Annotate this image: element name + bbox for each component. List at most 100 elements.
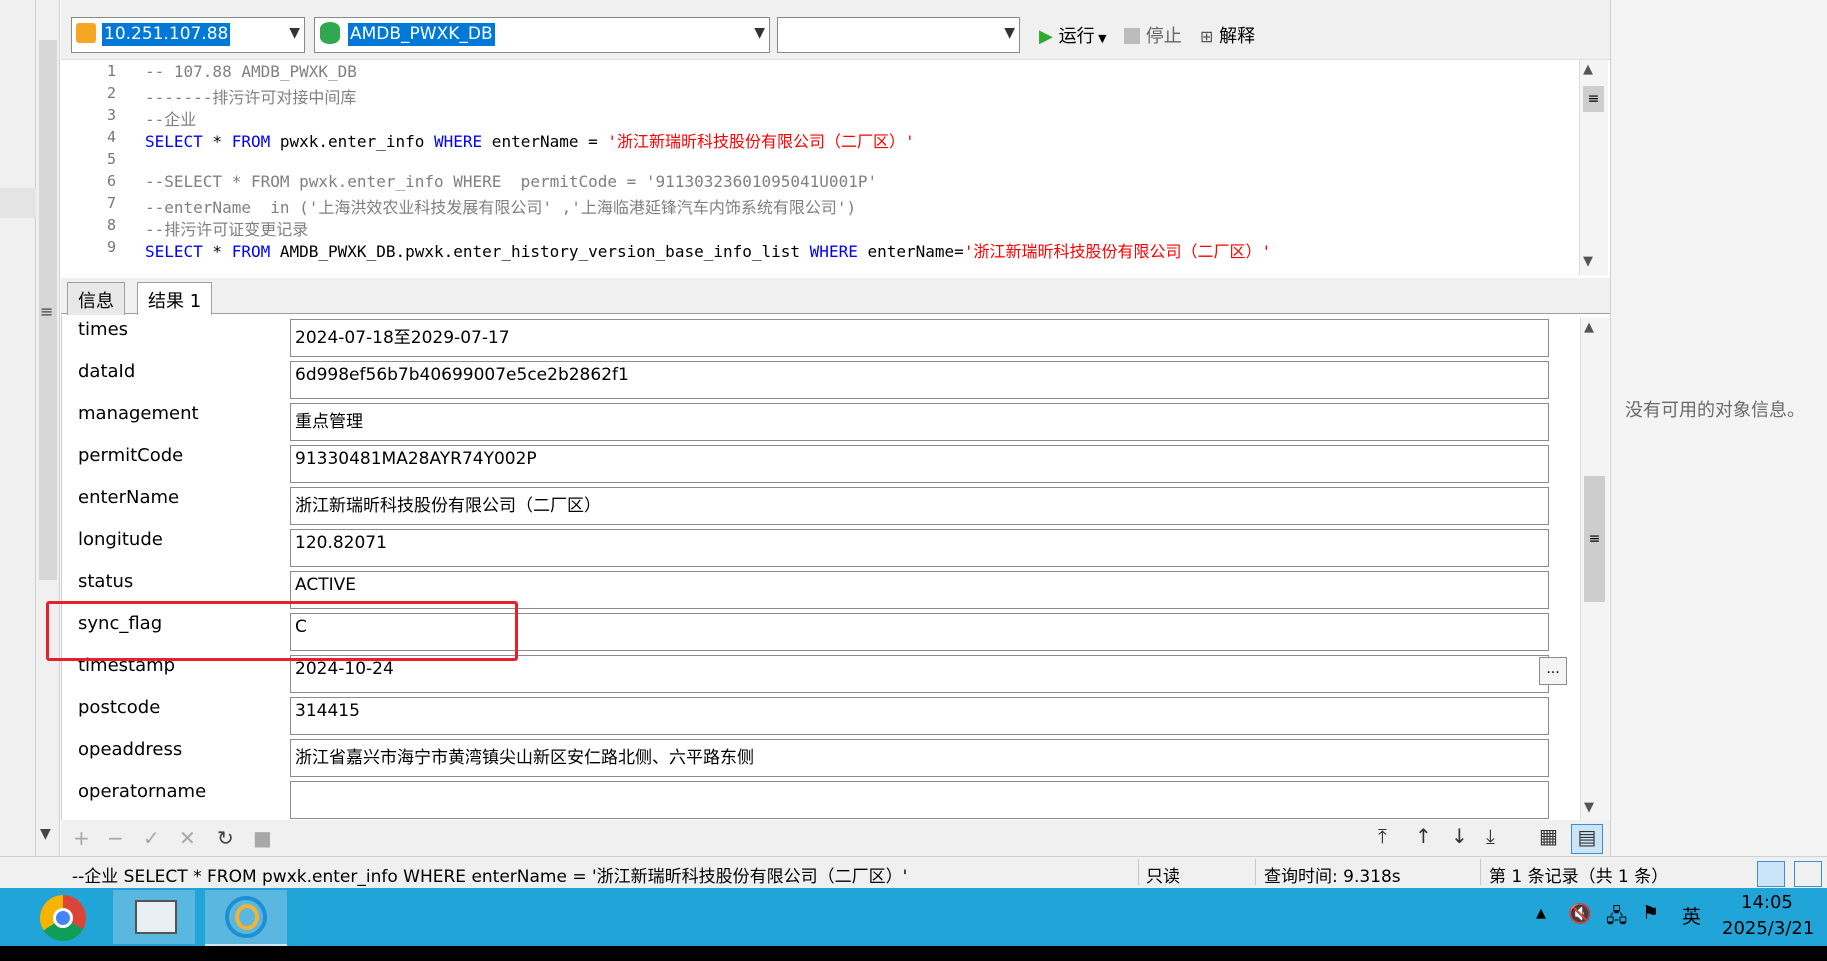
stop-label: 停止 bbox=[1145, 26, 1182, 47]
status-separator bbox=[1255, 859, 1256, 885]
scroll-up-icon[interactable]: ▲ bbox=[1584, 320, 1594, 335]
field-value[interactable] bbox=[290, 781, 1549, 819]
line-code: --排污许可证变更记录 bbox=[145, 220, 309, 239]
form-row: operatorname bbox=[62, 777, 1562, 819]
run-button[interactable]: ▶ 运行 ▼ bbox=[1039, 22, 1107, 48]
line-code: -- 107.88 AMDB_PWXK_DB bbox=[145, 62, 357, 81]
schema-select[interactable]: ▼ bbox=[777, 17, 1020, 53]
highlight-box bbox=[46, 601, 518, 661]
panel-layout-right-icon[interactable] bbox=[1794, 861, 1822, 887]
volume-muted-icon[interactable]: 🔇 bbox=[1568, 902, 1592, 925]
record-form-view: times 2024-07-18至2029-07-17 dataId 6d998ef… bbox=[61, 315, 1610, 825]
form-row: status ACTIVE bbox=[62, 567, 1562, 609]
explain-button[interactable]: ⊞ 解释 bbox=[1200, 22, 1255, 48]
field-value[interactable]: 浙江新瑞昕科技股份有限公司（二厂区） bbox=[290, 487, 1549, 525]
object-info-panel: 没有可用的对象信息。 bbox=[1610, 0, 1827, 856]
chrome-icon-center bbox=[53, 908, 73, 928]
status-separator bbox=[1480, 859, 1481, 885]
left-vertical-scrollbar[interactable]: ≡ ▼ bbox=[36, 0, 60, 880]
form-row: management 重点管理 bbox=[62, 399, 1562, 441]
connection-select[interactable]: 10.251.107.88 ▼ bbox=[71, 17, 305, 53]
status-query: --企业 SELECT * FROM pwxk.enter_info WHERE… bbox=[72, 867, 908, 887]
field-label: dataId bbox=[78, 361, 136, 382]
object-info-message: 没有可用的对象信息。 bbox=[1625, 400, 1805, 421]
field-value[interactable]: 6d998ef56b7b40699007e5ce2b2862f1 bbox=[290, 361, 1549, 399]
clock-date[interactable]: 2025/3/21 bbox=[1722, 918, 1814, 939]
panel-layout-left-icon[interactable] bbox=[1757, 861, 1785, 887]
field-value[interactable]: 重点管理 bbox=[290, 403, 1549, 441]
sql-text: * bbox=[202, 242, 232, 261]
field-value[interactable]: 314415 bbox=[290, 697, 1549, 735]
line-number: 4 bbox=[106, 128, 116, 146]
stop-square-icon[interactable]: ■ bbox=[253, 826, 272, 850]
scroll-down-icon[interactable]: ▼ bbox=[40, 826, 51, 842]
previous-record-icon[interactable]: ↑ bbox=[1415, 824, 1432, 848]
tray-expand-icon[interactable]: ▲ bbox=[1536, 906, 1546, 921]
sql-text: * bbox=[202, 132, 232, 151]
left-panel-strip bbox=[0, 0, 36, 880]
status-query-time: 查询时间: 9.318s bbox=[1264, 867, 1401, 887]
form-scrollbar-thumb[interactable]: ≡ bbox=[1584, 476, 1605, 602]
field-value[interactable]: 120.82071 bbox=[290, 529, 1549, 567]
sql-editor[interactable]: 1 -- 107.88 AMDB_PWXK_DB 2 -------排污许可对接中间… bbox=[61, 60, 1610, 275]
result-tab-bar: 信息 结果 1 bbox=[61, 278, 1610, 324]
first-record-icon[interactable]: ⤒ bbox=[1378, 824, 1387, 848]
sql-text: AMDB_PWXK_DB.pwxk.enter_history_version_… bbox=[270, 242, 810, 261]
scroll-up-icon[interactable]: ▲ bbox=[1583, 62, 1593, 77]
chevron-down-icon: ▼ bbox=[1004, 25, 1015, 41]
server-manager-icon bbox=[135, 900, 177, 934]
line-number: 5 bbox=[106, 150, 116, 168]
field-label: operatorname bbox=[78, 781, 207, 802]
clock-time[interactable]: 14:05 bbox=[1741, 892, 1793, 913]
form-row: enterName 浙江新瑞昕科技股份有限公司（二厂区） bbox=[62, 483, 1562, 525]
ime-indicator[interactable]: 英 bbox=[1682, 902, 1701, 929]
run-label: 运行 bbox=[1058, 26, 1095, 47]
stop-icon bbox=[1124, 28, 1140, 44]
line-number: 2 bbox=[106, 84, 116, 102]
delete-record-icon[interactable]: − bbox=[107, 826, 124, 850]
status-records: 第 1 条记录（共 1 条） bbox=[1489, 867, 1669, 887]
ellipsis-button[interactable]: ... bbox=[1539, 657, 1567, 685]
discard-x-icon[interactable]: ✕ bbox=[179, 826, 196, 850]
sql-keyword: SELECT bbox=[145, 132, 203, 151]
apply-check-icon[interactable]: ✓ bbox=[143, 826, 160, 850]
action-center-icon[interactable]: ⚑ bbox=[1642, 902, 1659, 924]
add-record-icon[interactable]: + bbox=[73, 826, 90, 850]
database-icon bbox=[320, 22, 340, 44]
line-code: SELECT * FROM AMDB_PWXK_DB.pwxk.enter_hi… bbox=[145, 238, 1271, 262]
form-row: longitude 120.82071 bbox=[62, 525, 1562, 567]
connection-value: 10.251.107.88 bbox=[102, 23, 231, 46]
chevron-down-icon: ▼ bbox=[289, 25, 300, 41]
explain-label: 解释 bbox=[1219, 26, 1256, 47]
sql-keyword: FROM bbox=[231, 242, 271, 261]
grid-view-icon[interactable]: ▦ bbox=[1539, 824, 1558, 848]
field-value[interactable]: 浙江省嘉兴市海宁市黄湾镇尖山新区安仁路北侧、六平路东侧 bbox=[290, 739, 1549, 777]
next-record-icon[interactable]: ↓ bbox=[1451, 824, 1468, 848]
line-number: 8 bbox=[106, 216, 116, 234]
field-value[interactable]: 91330481MA28AYR74Y002P bbox=[290, 445, 1549, 483]
database-select[interactable]: AMDB_PWXK_DB ▼ bbox=[314, 17, 770, 53]
network-icon[interactable]: 🖧 bbox=[1606, 902, 1627, 934]
line-code: SELECT * FROM pwxk.enter_info WHERE ente… bbox=[145, 128, 915, 152]
last-record-icon[interactable]: ⤓ bbox=[1486, 824, 1495, 848]
field-label: postcode bbox=[78, 697, 161, 718]
field-label: longitude bbox=[78, 529, 163, 550]
editor-scrollbar[interactable]: ▲ ≡ ▼ bbox=[1579, 60, 1608, 275]
navicat-taskbar-button[interactable] bbox=[205, 890, 287, 947]
grip-icon: ≡ bbox=[40, 302, 54, 321]
sql-text: enterName= bbox=[857, 242, 964, 261]
stop-button[interactable]: 停止 bbox=[1124, 22, 1182, 48]
editor-scrollbar-thumb[interactable]: ≡ bbox=[1583, 86, 1604, 112]
form-view-icon[interactable]: ▤ bbox=[1571, 824, 1603, 854]
refresh-icon[interactable]: ↻ bbox=[217, 826, 234, 850]
form-scrollbar[interactable]: ▲ ≡ ▼ bbox=[1580, 318, 1609, 820]
sql-text: pwxk.enter_info bbox=[270, 132, 434, 151]
scroll-down-icon[interactable]: ▼ bbox=[1584, 800, 1594, 815]
left-panel-selection bbox=[0, 188, 36, 218]
scroll-down-icon[interactable]: ▼ bbox=[1583, 254, 1593, 269]
server-manager-taskbar-button[interactable] bbox=[113, 890, 195, 944]
field-value[interactable]: 2024-07-18至2029-07-17 bbox=[290, 319, 1549, 357]
sql-string: '浙江新瑞昕科技股份有限公司（二厂区）' bbox=[963, 242, 1272, 261]
chrome-taskbar-button[interactable] bbox=[22, 890, 104, 944]
sql-keyword: SELECT bbox=[145, 242, 203, 261]
